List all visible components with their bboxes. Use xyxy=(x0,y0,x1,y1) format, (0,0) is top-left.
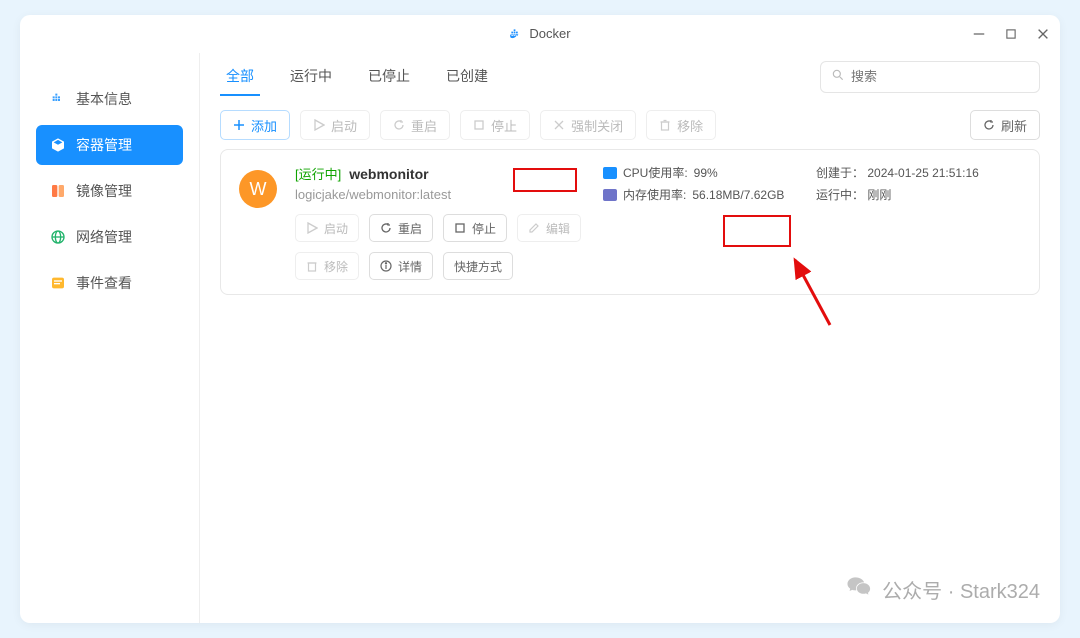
btn-label: 启动 xyxy=(324,220,348,237)
mem-value: 56.18MB/7.62GB xyxy=(692,188,784,202)
refresh-icon xyxy=(983,119,995,131)
refresh-button[interactable]: 刷新 xyxy=(970,110,1040,140)
image-icon xyxy=(50,183,66,199)
trash-icon xyxy=(659,119,671,131)
stop-icon xyxy=(454,222,466,234)
close-button[interactable] xyxy=(1036,27,1050,41)
force-close-button[interactable]: 强制关闭 xyxy=(540,110,636,140)
maximize-button[interactable] xyxy=(1004,27,1018,41)
mem-label: 内存使用率: xyxy=(623,186,686,203)
tab-running[interactable]: 运行中 xyxy=(284,58,338,96)
remove-button[interactable]: 移除 xyxy=(646,110,716,140)
tab-all[interactable]: 全部 xyxy=(220,58,260,96)
container-name: webmonitor xyxy=(349,166,428,182)
btn-label: 添加 xyxy=(251,116,277,135)
card-stop-button[interactable]: 停止 xyxy=(443,214,507,242)
event-icon xyxy=(50,275,66,291)
uptime-value: 刚刚 xyxy=(867,188,891,202)
restart-icon xyxy=(380,222,392,234)
sidebar-item-event-view[interactable]: 事件查看 xyxy=(36,263,183,303)
window-title: Docker xyxy=(529,26,570,41)
container-image: logicjake/webmonitor:latest xyxy=(295,187,585,202)
btn-label: 重启 xyxy=(411,116,437,135)
restart-icon xyxy=(393,119,405,131)
created-value: 2024-01-25 21:51:16 xyxy=(867,166,978,180)
watermark: 公众号 · Stark324 xyxy=(846,573,1040,605)
wechat-icon xyxy=(846,573,872,605)
sidebar-item-label: 事件查看 xyxy=(76,273,132,293)
btn-label: 移除 xyxy=(324,258,348,275)
btn-label: 启动 xyxy=(331,116,357,135)
btn-label: 停止 xyxy=(491,116,517,135)
mem-icon xyxy=(603,189,617,201)
edit-icon xyxy=(528,222,540,234)
btn-label: 快捷方式 xyxy=(454,258,502,275)
card-details-button[interactable]: 详情 xyxy=(369,252,433,280)
docker-icon xyxy=(509,27,523,41)
search-input-wrap[interactable] xyxy=(820,61,1040,93)
sidebar-item-label: 镜像管理 xyxy=(76,181,132,201)
sidebar-item-label: 基本信息 xyxy=(76,89,132,109)
tab-stopped[interactable]: 已停止 xyxy=(362,58,416,96)
card-start-button[interactable]: 启动 xyxy=(295,214,359,242)
sidebar-item-container-mgmt[interactable]: 容器管理 xyxy=(36,125,183,165)
card-shortcut-button[interactable]: 快捷方式 xyxy=(443,252,513,280)
container-icon xyxy=(50,137,66,153)
close-icon xyxy=(553,119,565,131)
stop-button[interactable]: 停止 xyxy=(460,110,530,140)
card-remove-button[interactable]: 移除 xyxy=(295,252,359,280)
btn-label: 移除 xyxy=(677,116,703,135)
btn-label: 重启 xyxy=(398,220,422,237)
cpu-icon xyxy=(603,167,617,179)
search-icon xyxy=(831,68,845,85)
minimize-button[interactable] xyxy=(972,27,986,41)
play-icon xyxy=(306,222,318,234)
btn-label: 停止 xyxy=(472,220,496,237)
play-icon xyxy=(313,119,325,131)
cpu-value: 99% xyxy=(694,166,718,180)
sidebar-item-label: 网络管理 xyxy=(76,227,132,247)
cpu-label: CPU使用率: xyxy=(623,164,688,181)
tab-created[interactable]: 已创建 xyxy=(440,58,494,96)
info-icon xyxy=(380,260,392,272)
btn-label: 详情 xyxy=(398,258,422,275)
btn-label: 编辑 xyxy=(546,220,570,237)
container-avatar: W xyxy=(239,170,277,208)
info-icon xyxy=(50,91,66,107)
created-label: 创建于： xyxy=(816,166,864,180)
status-badge: [运行中] xyxy=(295,164,341,183)
sidebar-item-basic-info[interactable]: 基本信息 xyxy=(36,79,183,119)
sidebar-item-label: 容器管理 xyxy=(76,135,132,155)
network-icon xyxy=(50,229,66,245)
btn-label: 强制关闭 xyxy=(571,116,623,135)
sidebar-item-network-mgmt[interactable]: 网络管理 xyxy=(36,217,183,257)
titlebar: Docker xyxy=(20,15,1060,53)
container-card: W [运行中] webmonitor logicjake/webmonitor:… xyxy=(220,149,1040,295)
card-edit-button[interactable]: 编辑 xyxy=(517,214,581,242)
card-restart-button[interactable]: 重启 xyxy=(369,214,433,242)
trash-icon xyxy=(306,260,318,272)
start-button[interactable]: 启动 xyxy=(300,110,370,140)
plus-icon xyxy=(233,119,245,131)
uptime-label: 运行中： xyxy=(816,188,864,202)
watermark-text: 公众号 · Stark324 xyxy=(882,575,1040,604)
btn-label: 刷新 xyxy=(1001,116,1027,135)
restart-button[interactable]: 重启 xyxy=(380,110,450,140)
stop-icon xyxy=(473,119,485,131)
sidebar: 基本信息 容器管理 镜像管理 网络管理 xyxy=(20,53,200,623)
search-input[interactable] xyxy=(851,69,1029,84)
add-button[interactable]: 添加 xyxy=(220,110,290,140)
tabs-bar: 全部 运行中 已停止 已创建 xyxy=(200,53,1060,101)
sidebar-item-image-mgmt[interactable]: 镜像管理 xyxy=(36,171,183,211)
toolbar: 添加 启动 重启 停止 强制关闭 xyxy=(200,101,1060,149)
